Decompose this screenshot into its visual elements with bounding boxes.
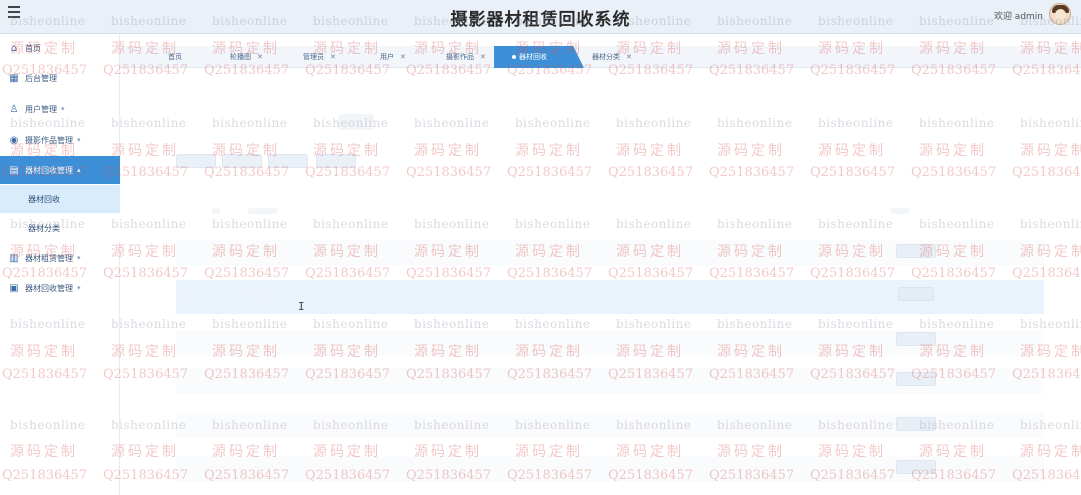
sidebar-item-home[interactable]: ⌂ 首页 [0, 34, 120, 62]
sidebar-item-photo-works[interactable]: ◉ 摄影作品管理 ▾ [0, 126, 120, 154]
dashboard-icon: ▦ [9, 72, 19, 84]
archive-icon: ▣ [9, 282, 19, 294]
tab-photo-works[interactable]: 摄影作品 ✕ [446, 46, 486, 68]
column-header [248, 208, 278, 214]
toolbar-button[interactable] [222, 154, 262, 168]
tab-carousel[interactable]: 轮播图 ✕ [230, 46, 263, 68]
top-header: 摄影器材租赁回收系统 欢迎 admin [0, 0, 1081, 34]
chevron-down-icon: ▾ [61, 105, 65, 113]
recycle-icon: ▤ [9, 164, 19, 176]
cell-text [248, 293, 278, 298]
column-header [890, 208, 910, 214]
camera-icon: ◉ [9, 134, 19, 146]
sidebar-subitem-recycle[interactable]: 器材回收 [0, 185, 120, 213]
tab-users[interactable]: 用户 ✕ [380, 46, 406, 68]
active-dot-icon [512, 55, 516, 59]
main-content [120, 68, 1081, 495]
tab-bar: 首页 轮播图 ✕ 管理员 ✕ 用户 ✕ 摄影作品 ✕ 器材回收 器材分类 ✕ [120, 46, 1081, 68]
toolbar-button[interactable] [268, 154, 308, 168]
toolbar-button[interactable] [316, 154, 356, 168]
row-checkbox[interactable] [182, 291, 190, 299]
close-icon[interactable]: ✕ [480, 53, 486, 61]
row-action-button[interactable] [896, 372, 936, 386]
row-action-button[interactable] [896, 332, 936, 346]
chevron-down-icon: ▾ [77, 254, 81, 262]
row-action-button[interactable] [896, 460, 936, 474]
welcome-text: 欢迎 admin [993, 12, 1043, 22]
user-icon: ♙ [9, 103, 19, 115]
row-action-button[interactable] [896, 244, 936, 258]
tab-recycle[interactable]: 器材回收 [494, 46, 584, 68]
chevron-up-icon: ▴ [77, 166, 81, 174]
close-icon[interactable]: ✕ [400, 53, 406, 61]
sidebar-item-rent[interactable]: ▥ 器材租赁管理 ▾ [0, 244, 120, 272]
row-action-button[interactable] [898, 287, 934, 301]
sidebar-subitem-category[interactable]: 器材分类 [0, 214, 120, 242]
chevron-down-icon: ▾ [77, 136, 81, 144]
sidebar-item-backend[interactable]: ▦ 后台管理 [0, 64, 120, 92]
app-title: 摄影器材租赁回收系统 [450, 10, 631, 30]
home-icon: ⌂ [10, 42, 18, 54]
row-action-button[interactable] [896, 417, 936, 431]
sidebar-item-users[interactable]: ♙ 用户管理 ▾ [0, 95, 120, 123]
column-header [212, 208, 220, 214]
close-icon[interactable]: ✕ [626, 53, 632, 61]
close-icon[interactable]: ✕ [330, 53, 336, 61]
close-icon[interactable]: ✕ [257, 53, 263, 61]
tab-category[interactable]: 器材分类 ✕ [592, 46, 632, 68]
sidebar-item-recycle[interactable]: ▤ 器材回收管理 ▴ [0, 156, 120, 184]
avatar[interactable] [1049, 3, 1071, 25]
text-cursor-icon: I [298, 300, 305, 313]
tab-home[interactable]: 首页 [168, 46, 182, 68]
rent-icon: ▥ [9, 252, 19, 264]
tab-admin[interactable]: 管理员 ✕ [303, 46, 336, 68]
search-field-placeholder[interactable] [338, 114, 374, 130]
sidebar-item-archive[interactable]: ▣ 器材回收管理 ▾ [0, 274, 120, 302]
chevron-down-icon: ▾ [77, 284, 81, 292]
sidebar: ⌂ 首页 ▦ 后台管理 ♙ 用户管理 ▾ ◉ 摄影作品管理 ▾ ▤ 器材回收管理… [0, 34, 120, 495]
toolbar-button[interactable] [176, 154, 216, 168]
